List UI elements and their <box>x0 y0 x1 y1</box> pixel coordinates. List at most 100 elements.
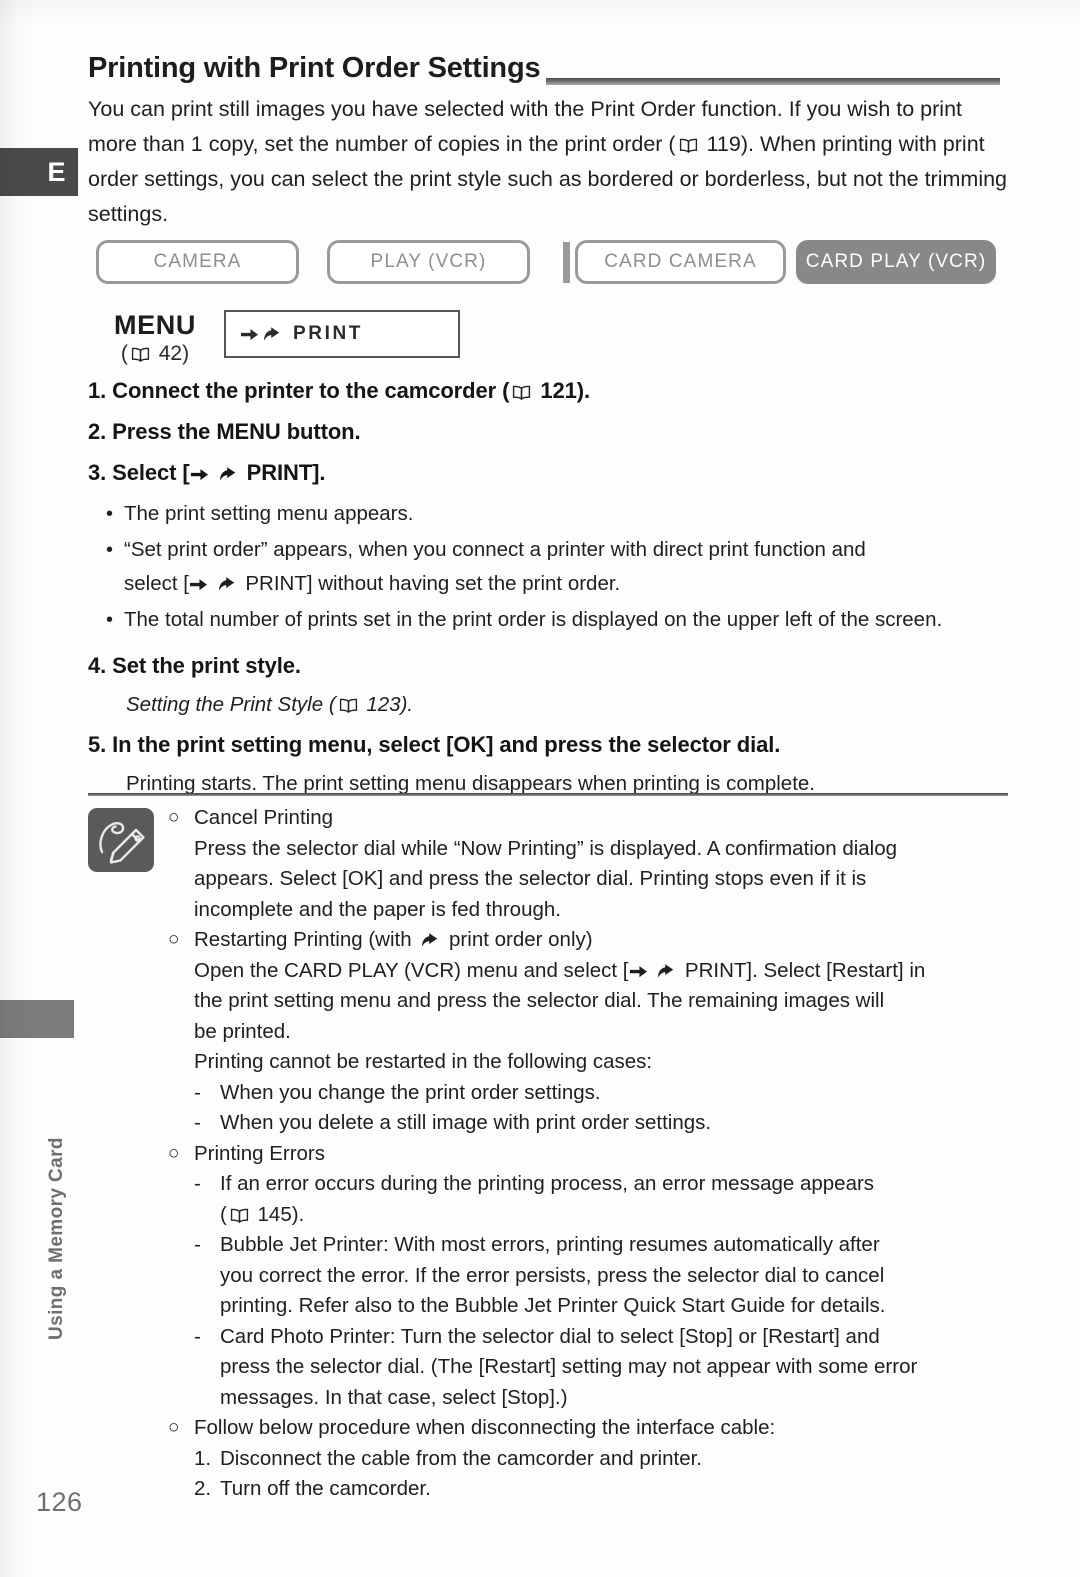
notes-divider <box>88 793 1008 796</box>
book-page-ref-icon <box>339 698 358 714</box>
note-heading-disconnect: ○ Follow below procedure when disconnecti… <box>168 1413 1013 1444</box>
step-4-subtext-b: ). <box>400 693 414 716</box>
note-restart-line-1b: PRINT]. Select [Restart] in <box>684 958 926 982</box>
note-error-1-page-ref: 145 <box>257 1202 292 1226</box>
mode-button-camera[interactable]: CAMERA <box>96 240 299 284</box>
side-tab-label: Using a Memory Card <box>46 1137 67 1340</box>
book-page-ref-icon <box>679 138 698 154</box>
note-heading-cancel: ○ Cancel Printing <box>168 803 1013 834</box>
step-1: 1. Connect the printer to the camcorder … <box>88 370 1008 411</box>
menu-item-print-label: PRINT <box>293 323 363 344</box>
page-title: Printing with Print Order Settings <box>88 52 547 85</box>
step-4-subtext: Setting the Print Style ( 123). <box>88 686 1008 724</box>
note-disconnect-step-2-text: Turn off the camcorder. <box>220 1477 431 1500</box>
right-arrow-icon <box>629 964 648 979</box>
step-3-bullets: • The print setting menu appears. • “Set p… <box>88 497 1008 637</box>
step-4: 4. Set the print style. <box>88 653 301 678</box>
note-restart-case-1: - When you change the print order setting… <box>168 1078 1013 1109</box>
bullet-text: The total number of prints set in the pr… <box>124 608 943 631</box>
dash-bullet: - <box>194 1080 201 1104</box>
note-error-3-line-2: press the selector dial. (The [Restart] … <box>220 1355 918 1378</box>
note-pencil-icon <box>88 808 154 872</box>
bullet-text-cont-b: PRINT] without having set the print orde… <box>245 572 621 595</box>
step-5-subtext: Printing starts. The print setting menu … <box>126 772 816 795</box>
note-disconnect-step-1: 1. Disconnect the cable from the camcorde… <box>168 1444 1013 1475</box>
mode-button-play-vcr[interactable]: PLAY (VCR) <box>327 240 530 284</box>
dash-bullet: - <box>194 1324 201 1348</box>
step-3: 3. Select [ PRINT]. <box>88 452 1008 493</box>
note-error-2-line-3: printing. Refer also to the Bubble Jet P… <box>220 1294 886 1317</box>
intro-line-1: You can print still images you have sele… <box>88 97 891 121</box>
note-heading-text: Printing Errors <box>194 1141 326 1165</box>
steps-list: 1. Connect the printer to the camcorder … <box>88 370 1008 803</box>
menu-word: MENU <box>114 310 196 340</box>
note-heading-text: Follow below procedure when disconnectin… <box>194 1416 776 1439</box>
menu-ref-page: 42 <box>158 342 183 365</box>
note-heading-restart: ○ Restarting Printing (with print order o… <box>168 925 1013 956</box>
page-title-area: Printing with Print Order Settings <box>88 52 1000 86</box>
step-1-page-ref: 121 <box>540 378 577 403</box>
intro-page-ref: 119 <box>706 132 741 156</box>
note-restart-line-3: be printed. <box>194 1019 291 1043</box>
note-error-1-line-1: If an error occurs during the printing p… <box>220 1172 875 1195</box>
chapter-tab-letter: E <box>47 156 66 187</box>
mode-button-card-play-vcr-label: CARD PLAY (VCR) <box>805 251 987 272</box>
step-3-text-a: 3. Select [ <box>88 460 190 485</box>
print-order-icon <box>261 326 283 343</box>
step-1-text-a: 1. Connect the printer to the camcorder … <box>88 378 510 403</box>
bullet-dot: • <box>106 539 114 561</box>
book-page-ref-icon <box>512 385 531 401</box>
note-restart-line-2: the print setting menu and press the sel… <box>194 989 885 1012</box>
book-page-ref-icon <box>131 347 150 363</box>
mode-button-card-play-vcr[interactable]: CARD PLAY (VCR) <box>796 240 996 284</box>
step-4-subtext-a: Setting the Print Style ( <box>126 693 336 716</box>
intro-line-2b: ). <box>740 132 754 156</box>
note-error-1-line-2b: ). <box>291 1202 305 1226</box>
menu-page-ref: ( 42) <box>90 340 220 368</box>
note-error-3-line-3: messages. In that case, select [Stop].) <box>220 1385 568 1409</box>
dash-bullet: - <box>194 1172 201 1195</box>
note-disconnect-step-2: 2. Turn off the camcorder. <box>168 1474 1013 1505</box>
note-ring-bullet: ○ <box>168 929 180 950</box>
mode-button-camera-label: CAMERA <box>153 251 242 272</box>
note-error-3-line-1: Card Photo Printer: Turn the selector di… <box>220 1324 880 1348</box>
dash-bullet: - <box>194 1233 201 1256</box>
step-4-page-ref: 123 <box>366 693 401 716</box>
note-restart-case-1-text: When you change the print order settings… <box>220 1080 601 1104</box>
note-ring-bullet: ○ <box>168 1417 180 1438</box>
bullet-item: • “Set print order” appears, when you con… <box>88 533 1008 601</box>
note-heading-text-a: Restarting Printing (with <box>194 928 412 951</box>
note-ring-bullet: ○ <box>168 1142 180 1164</box>
bullet-text: The print setting menu appears. <box>124 502 414 525</box>
right-arrow-icon <box>240 327 259 342</box>
note-disconnect-step-1-text: Disconnect the cable from the camcorder … <box>220 1446 702 1470</box>
note-restart-line-4: Printing cannot be restarted in the foll… <box>194 1050 653 1073</box>
dash-bullet: - <box>194 1111 201 1134</box>
menu-item-print[interactable]: PRINT <box>224 310 460 358</box>
mode-bar: CAMERA PLAY (VCR) CARD CAMERA CARD PLAY … <box>96 240 996 284</box>
bullet-text: “Set print order” appears, when you conn… <box>124 538 866 561</box>
note-error-2-line-2: you correct the error. If the error pers… <box>220 1263 885 1287</box>
bullet-dot: • <box>106 503 114 525</box>
note-cancel-line-2: appears. Select [OK] and press the selec… <box>194 867 867 890</box>
mode-button-card-camera[interactable]: CARD CAMERA <box>575 240 786 284</box>
bullet-dot: • <box>106 609 114 631</box>
note-step-number: 1. <box>194 1446 212 1470</box>
bullet-item: • The print setting menu appears. <box>88 497 1008 531</box>
note-ring-bullet: ○ <box>168 807 180 828</box>
note-error-1-line-2a: ( <box>220 1202 227 1226</box>
print-order-icon <box>419 932 441 949</box>
notes-panel: ○ Cancel Printing Press the selector dial… <box>168 803 1013 1505</box>
bullet-text-cont-a: select [ <box>124 572 189 595</box>
step-2: 2. Press the MENU button. <box>88 419 361 444</box>
note-error-2: - Bubble Jet Printer: With most errors, p… <box>168 1230 1013 1322</box>
step-1-text-b: ). <box>576 378 590 403</box>
note-error-2-line-1: Bubble Jet Printer: With most errors, pr… <box>220 1233 880 1256</box>
note-cancel-line-1: Press the selector dial while “Now Print… <box>194 836 898 860</box>
right-arrow-icon <box>189 577 208 592</box>
note-error-3: - Card Photo Printer: Turn the selector d… <box>168 1322 1013 1414</box>
note-step-number: 2. <box>194 1477 212 1500</box>
side-tab-block <box>0 1000 74 1038</box>
right-arrow-icon <box>190 467 209 482</box>
manual-page: E Using a Memory Card Printing with Prin… <box>0 0 1080 1577</box>
